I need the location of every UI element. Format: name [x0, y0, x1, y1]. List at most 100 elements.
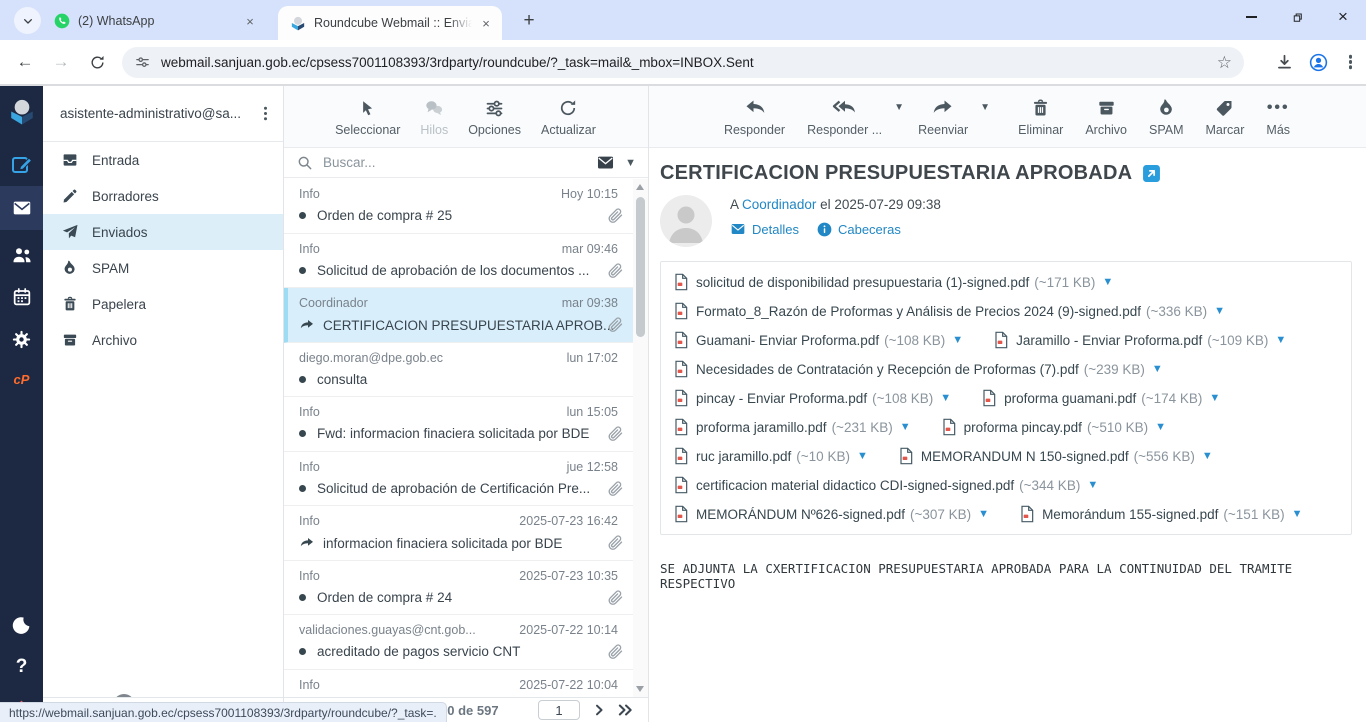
reply-all-button[interactable]: Responder ...: [797, 96, 892, 137]
spam-button[interactable]: SPAM: [1139, 96, 1194, 137]
back-button[interactable]: ←: [10, 47, 40, 77]
open-in-new-window-icon[interactable]: [1142, 164, 1161, 183]
sidebar-item-enviados[interactable]: Enviados: [43, 214, 283, 250]
search-scope-button[interactable]: [596, 153, 615, 172]
reply-button[interactable]: Responder: [714, 96, 795, 137]
refresh-button[interactable]: Actualizar: [531, 96, 606, 137]
attachment-dropdown-icon[interactable]: ▼: [1275, 334, 1286, 346]
dark-mode-button[interactable]: [0, 608, 43, 642]
attachment-dropdown-icon[interactable]: ▼: [978, 508, 989, 520]
attachment-dropdown-icon[interactable]: ▼: [1214, 305, 1225, 317]
sidebar-item-archivo[interactable]: Archivo: [43, 322, 283, 358]
threads-button[interactable]: Hilos: [410, 96, 458, 137]
more-button[interactable]: ••• Más: [1256, 96, 1300, 137]
calendar-nav-button[interactable]: [0, 280, 43, 314]
message-row[interactable]: Info 2025-07-23 16:42 informacion finaci…: [283, 506, 648, 561]
list-scrollbar[interactable]: [633, 179, 648, 697]
pane-divider[interactable]: [283, 86, 284, 722]
attachment-dropdown-icon[interactable]: ▼: [940, 392, 951, 404]
attachment-dropdown-icon[interactable]: ▼: [1152, 363, 1163, 375]
attachment-dropdown-icon[interactable]: ▼: [1087, 479, 1098, 491]
options-button[interactable]: Opciones: [458, 96, 531, 137]
cpanel-link[interactable]: cP: [0, 362, 43, 396]
reload-button[interactable]: [82, 47, 112, 77]
attachment-item[interactable]: Formato_8_Razón de Proformas y Análisis …: [673, 302, 1225, 320]
attachment-item[interactable]: ruc jaramillo.pdf (~10 KB) ▼: [673, 447, 868, 465]
message-row[interactable]: Info jue 12:58 Solicitud de aprobación d…: [283, 452, 648, 507]
attachment-dropdown-icon[interactable]: ▼: [952, 334, 963, 346]
profile-avatar-icon[interactable]: [1308, 52, 1329, 73]
sidebar-item-spam[interactable]: SPAM: [43, 250, 283, 286]
search-options-chevron-icon[interactable]: ▼: [625, 157, 636, 169]
attachment-item[interactable]: pincay - Enviar Proforma.pdf (~108 KB) ▼: [673, 389, 951, 407]
tab-close-icon[interactable]: ×: [478, 15, 494, 31]
message-row[interactable]: Info Hoy 10:15 Orden de compra # 25: [283, 179, 648, 234]
attachment-item[interactable]: proforma pincay.pdf (~510 KB) ▼: [941, 418, 1166, 436]
tab-search-button[interactable]: [14, 7, 41, 34]
mark-button[interactable]: Marcar: [1196, 96, 1255, 137]
mail-nav-button[interactable]: [0, 186, 43, 230]
attachment-item[interactable]: Guamani- Enviar Proforma.pdf (~108 KB) ▼: [673, 331, 963, 349]
attachment-item[interactable]: Necesidades de Contratación y Recepción …: [673, 360, 1163, 378]
forward-dropdown-icon[interactable]: ▼: [980, 102, 992, 113]
attachment-item[interactable]: MEMORANDUM N 150-signed.pdf (~556 KB) ▼: [898, 447, 1213, 465]
attachment-dropdown-icon[interactable]: ▼: [1209, 392, 1220, 404]
message-row[interactable]: Info mar 09:46 Solicitud de aprobación d…: [283, 234, 648, 289]
bookmark-star-icon[interactable]: ☆: [1217, 53, 1232, 73]
message-row[interactable]: validaciones.guayas@cnt.gob... 2025-07-2…: [283, 615, 648, 670]
account-menu-icon[interactable]: [264, 112, 267, 115]
settings-nav-button[interactable]: [0, 322, 43, 356]
minimize-button[interactable]: [1228, 0, 1274, 34]
forward-button[interactable]: Reenviar: [908, 96, 978, 137]
sidebar-item-papelera[interactable]: Papelera: [43, 286, 283, 322]
next-page-button[interactable]: [591, 701, 607, 719]
search-input[interactable]: [323, 155, 596, 170]
attachment-dropdown-icon[interactable]: ▼: [857, 450, 868, 462]
tab-close-icon[interactable]: ×: [242, 13, 258, 29]
attachment-dropdown-icon[interactable]: ▼: [900, 421, 911, 433]
message-row[interactable]: Coordinador mar 09:38 CERTIFICACION PRES…: [283, 288, 648, 343]
attachment-dropdown-icon[interactable]: ▼: [1102, 276, 1113, 288]
scroll-up-icon[interactable]: [636, 184, 644, 190]
scroll-down-icon[interactable]: [636, 686, 644, 692]
attachment-item[interactable]: proforma jaramillo.pdf (~231 KB) ▼: [673, 418, 911, 436]
attachment-dropdown-icon[interactable]: ▼: [1155, 421, 1166, 433]
close-button[interactable]: ×: [1320, 0, 1366, 34]
message-row[interactable]: Info 2025-07-23 10:35 Orden de compra # …: [283, 561, 648, 616]
contacts-nav-button[interactable]: [0, 238, 43, 272]
pane-divider[interactable]: [648, 86, 649, 722]
page-number-input[interactable]: [538, 700, 580, 720]
attachment-item[interactable]: Jaramillo - Enviar Proforma.pdf (~109 KB…: [993, 331, 1286, 349]
new-tab-button[interactable]: +: [516, 8, 542, 34]
browser-menu-icon[interactable]: [1349, 60, 1352, 63]
scrollbar-thumb[interactable]: [636, 197, 645, 337]
account-row[interactable]: asistente-administrativo@sa...: [43, 86, 283, 142]
forward-button[interactable]: →: [46, 47, 76, 77]
details-toggle[interactable]: Detalles: [730, 221, 799, 237]
attachment-item[interactable]: certificacion material didactico CDI-sig…: [673, 476, 1098, 494]
compose-button[interactable]: [0, 148, 43, 182]
downloads-icon[interactable]: [1275, 53, 1294, 72]
address-bar[interactable]: webmail.sanjuan.gob.ec/cpsess7001108393/…: [122, 47, 1244, 78]
restore-button[interactable]: [1274, 0, 1320, 34]
message-row[interactable]: Info 2025-07-22 10:04: [283, 670, 648, 698]
attachment-dropdown-icon[interactable]: ▼: [1292, 508, 1303, 520]
site-info-icon[interactable]: [134, 54, 151, 71]
reply-all-dropdown-icon[interactable]: ▼: [894, 102, 906, 113]
message-row[interactable]: Info lun 15:05 Fwd: informacion finacier…: [283, 397, 648, 452]
select-button[interactable]: Seleccionar: [325, 96, 410, 137]
attachment-dropdown-icon[interactable]: ▼: [1202, 450, 1213, 462]
headers-toggle[interactable]: Cabeceras: [817, 222, 901, 237]
recipient-link[interactable]: Coordinador: [742, 197, 816, 212]
archive-button[interactable]: Archivo: [1075, 96, 1137, 137]
sidebar-item-borradores[interactable]: Borradores: [43, 178, 283, 214]
last-page-button[interactable]: [615, 701, 637, 719]
delete-button[interactable]: Eliminar: [1008, 96, 1073, 137]
message-row[interactable]: diego.moran@dpe.gob.ec lun 17:02 consult…: [283, 343, 648, 398]
attachment-item[interactable]: MEMORÁNDUM Nº626-signed.pdf (~307 KB) ▼: [673, 505, 989, 523]
sidebar-item-entrada[interactable]: Entrada: [43, 142, 283, 178]
tab-roundcube[interactable]: Roundcube Webmail :: Enviados ×: [278, 6, 502, 40]
tab-whatsapp[interactable]: (2) WhatsApp ×: [42, 8, 266, 34]
attachment-item[interactable]: solicitud de disponibilidad presupuestar…: [673, 273, 1113, 291]
attachment-item[interactable]: Memorándum 155-signed.pdf (~151 KB) ▼: [1019, 505, 1302, 523]
